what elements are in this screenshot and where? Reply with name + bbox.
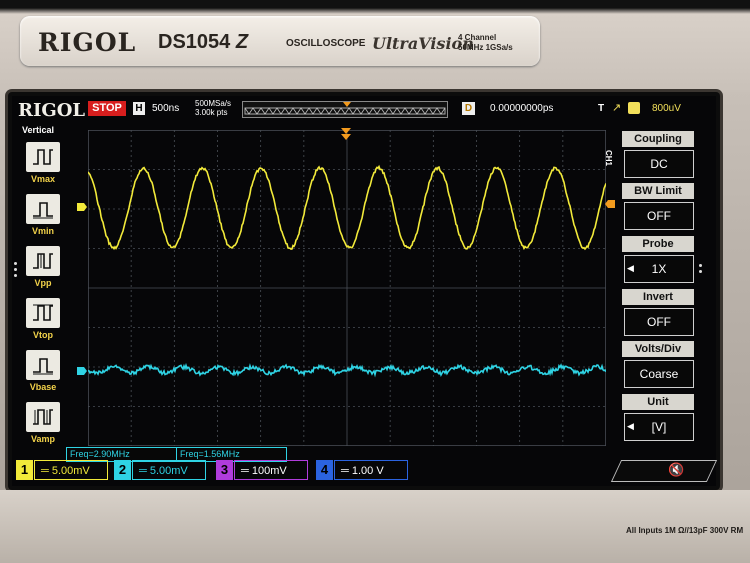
sample-rate: 500MSa/s [195, 99, 232, 108]
ch2-badge[interactable]: 2 [114, 460, 131, 480]
trigger-label: T [598, 103, 605, 114]
screen-logo: RIGOL [18, 100, 86, 121]
memory-depth: 3.00k pts [195, 108, 228, 117]
measure-vamp-button[interactable] [26, 402, 60, 432]
panel-page-dot [14, 274, 17, 277]
measure-vbase-label: Vbase [29, 382, 57, 392]
menu-page-dot [699, 264, 702, 267]
delay-readout: 0.00000000ps [490, 103, 554, 114]
input-rating-label: All Inputs 1M Ω//13pF 300V RM [626, 526, 744, 535]
vpp-icon [33, 253, 53, 269]
probe-value-button[interactable]: 1X [624, 255, 694, 283]
invert-menu-title: Invert [622, 289, 694, 305]
memory-bar [242, 101, 448, 118]
vamp-icon [33, 409, 53, 425]
ch3-scale[interactable]: ═ 100mV [234, 460, 308, 480]
ch1-ground-marker[interactable] [76, 202, 88, 212]
trigger-level-marker[interactable] [604, 199, 616, 209]
memory-pattern [244, 102, 446, 115]
ch4-coupling-icon: ═ [341, 465, 349, 477]
measure-vtop-label: Vtop [33, 330, 53, 340]
ch1-coupling-icon: ═ [41, 465, 49, 477]
measure-vmax-label: Vmax [30, 174, 56, 184]
measure-vpp-button[interactable] [26, 246, 60, 276]
memory-position-marker [343, 102, 351, 107]
ch4-badge[interactable]: 4 [316, 460, 333, 480]
graticule [88, 130, 606, 446]
volts-div-value-button[interactable]: Coarse [624, 360, 694, 388]
panel-page-dot [14, 262, 17, 265]
measure-vpp-label: Vpp [34, 278, 52, 288]
trigger-source-icon [628, 102, 640, 114]
measure-vmin-button[interactable] [26, 194, 60, 224]
measure-vmin-label: Vmin [31, 226, 54, 236]
ch1-badge[interactable]: 1 [16, 460, 33, 480]
ch4-scale[interactable]: ═ 1.00 V [334, 460, 408, 480]
vbase-icon [33, 358, 53, 375]
probe-menu-title: Probe [622, 236, 694, 252]
delay-label: D [462, 102, 475, 115]
probe-select-icon: ◀ [627, 263, 634, 273]
horizontal-label: H [133, 102, 145, 115]
rising-edge-icon: ↗ [612, 102, 622, 114]
sample-info: 500MSa/s 3.00k pts [195, 99, 231, 117]
measure-vamp-label: Vamp [30, 434, 55, 444]
ch2-coupling-icon: ═ [139, 465, 147, 477]
unit-menu-title: Unit [622, 394, 694, 410]
trigger-position-marker[interactable] [340, 127, 352, 141]
vmin-icon [33, 202, 53, 219]
trigger-level-readout: 800uV [652, 103, 681, 114]
vmax-icon [33, 149, 53, 165]
measure-vbase-button[interactable] [26, 350, 60, 380]
coupling-value-button[interactable]: DC [624, 150, 694, 178]
device-category: OSCILLOSCOPE [286, 38, 366, 49]
measure-vmax-button[interactable] [26, 142, 60, 172]
ch2-scale[interactable]: ═ 5.00mV [132, 460, 206, 480]
unit-value-button[interactable]: [V] [624, 413, 694, 441]
unit-select-icon: ◀ [627, 421, 634, 431]
bw-limit-value-button[interactable]: OFF [624, 202, 694, 230]
vtop-icon [33, 304, 53, 321]
model-name: DS1054 Z [158, 31, 249, 53]
panel-page-dot [14, 268, 17, 271]
ch1-scale[interactable]: ═ 5.00mV [34, 460, 108, 480]
model-suffix: Z [235, 31, 249, 53]
volts-div-menu-title: Volts/Div [622, 341, 694, 357]
coupling-menu-title: Coupling [622, 131, 694, 147]
menu-channel-tag: CH1 [604, 150, 613, 167]
timebase-readout: 500ns [152, 103, 180, 114]
ch3-coupling-icon: ═ [241, 465, 249, 477]
bw-limit-menu-title: BW Limit [622, 183, 694, 199]
menu-page-dot [699, 270, 702, 273]
waveform-display[interactable] [88, 130, 606, 446]
measure-panel-title: Vertical [22, 125, 55, 135]
brand-logo: RIGOL [38, 28, 137, 57]
measure-vtop-button[interactable] [26, 298, 60, 328]
spec-label: 4 Channel 50MHz 1GSa/s [458, 33, 513, 52]
ch3-badge[interactable]: 3 [216, 460, 233, 480]
invert-value-button[interactable]: OFF [624, 308, 694, 336]
ch2-ground-marker[interactable] [76, 366, 88, 376]
sound-toggle[interactable] [610, 460, 718, 482]
run-stop-indicator[interactable]: STOP [88, 101, 126, 116]
speaker-mute-icon: 🔇 [668, 462, 685, 477]
